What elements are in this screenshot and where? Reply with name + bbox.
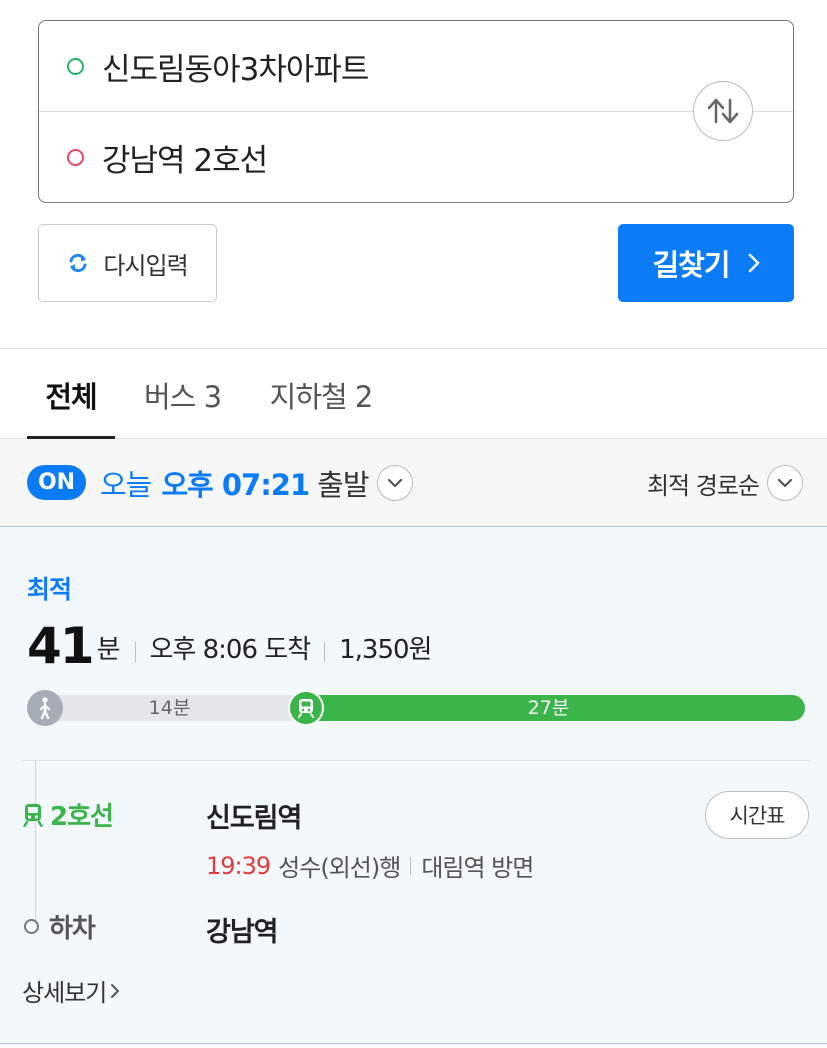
route-timeline: 14분 27분 — [27, 690, 805, 726]
arrival-time: 오후 8:06 도착 — [149, 635, 312, 665]
chevron-down-icon — [387, 478, 402, 488]
walk-duration-label: 14분 — [148, 697, 191, 719]
alight-label: 하차 — [49, 914, 96, 944]
end-dot-icon — [67, 149, 84, 166]
summary-separator — [134, 642, 136, 662]
departure-time: 오후 07:21 — [161, 468, 310, 502]
search-button-label: 길찾기 — [652, 248, 730, 282]
refresh-icon — [69, 253, 87, 273]
start-location-field[interactable]: 신도림동아3차아파트 — [39, 21, 793, 112]
fare: 1,350원 — [339, 635, 432, 665]
departure-suffix: 출발 — [317, 468, 369, 502]
route-search-page: 신도림동아3차아파트 강남역 2호선 다시입력 길찾기 전체 버스 3 지하철 … — [0, 0, 827, 1048]
subway-line-name: 2호선 — [50, 802, 114, 832]
train-departure-time: 19:39 — [206, 851, 271, 880]
subway-train-icon — [23, 803, 43, 827]
search-route-button[interactable]: 길찾기 — [618, 224, 794, 302]
reset-button-label: 다시입력 — [103, 251, 188, 280]
walk-icon — [27, 690, 63, 726]
summary-separator — [324, 642, 326, 662]
sort-selector[interactable]: 최적 경로순 — [647, 459, 803, 507]
chevron-down-icon — [777, 478, 793, 488]
route-step-line — [35, 761, 36, 921]
reset-button[interactable]: 다시입력 — [38, 224, 217, 302]
sort-dropdown-button[interactable] — [767, 465, 803, 501]
filter-bar: ON 오늘 오후 07:21 출발 최적 경로순 — [0, 439, 827, 527]
end-location-field[interactable]: 강남역 2호선 — [39, 112, 793, 203]
train-arrival-info: 19:39 성수(외선)행 대림역 방면 — [206, 848, 534, 883]
section-divider — [0, 348, 827, 349]
duration-unit: 분 — [96, 635, 121, 665]
best-route-badge: 최적 — [27, 575, 72, 604]
alight-step: 하차 — [24, 908, 96, 945]
realtime-toggle[interactable]: ON — [27, 465, 86, 500]
subway-duration-label: 27분 — [527, 697, 570, 719]
alight-station[interactable]: 강남역 — [206, 910, 279, 949]
route-result-card[interactable]: 최적 41 분 오후 8:06 도착 1,350원 14분 27분 2호선 신도… — [0, 528, 827, 1044]
sort-label: 최적 경로순 — [646, 471, 760, 500]
boarding-station[interactable]: 신도림역 — [206, 796, 302, 835]
swap-button[interactable] — [693, 81, 753, 141]
start-dot-icon — [67, 58, 84, 75]
chevron-right-icon — [748, 253, 759, 273]
view-details-link[interactable]: 상세보기 — [22, 973, 120, 1008]
tab-subway[interactable]: 지하철 2 — [252, 350, 390, 440]
alight-dot-icon — [24, 919, 39, 934]
view-details-label: 상세보기 — [22, 979, 107, 1007]
tab-bus[interactable]: 버스 3 — [130, 350, 235, 440]
swap-arrows-icon — [707, 98, 739, 124]
subway-line-badge: 2호선 — [22, 796, 114, 833]
subway-icon — [288, 690, 324, 726]
info-separator — [410, 856, 412, 875]
chevron-right-icon — [111, 983, 120, 998]
tab-all[interactable]: 전체 — [27, 350, 115, 440]
start-location-text: 신도림동아3차아파트 — [102, 52, 369, 88]
departure-time-selector[interactable]: 오늘 오후 07:21 출발 — [100, 459, 413, 507]
route-input-box: 신도림동아3차아파트 강남역 2호선 — [38, 20, 794, 203]
total-duration: 41 — [27, 617, 95, 675]
transport-tabs: 전체 버스 3 지하철 2 — [0, 350, 827, 440]
train-direction: 성수(외선)행 — [278, 854, 401, 882]
train-heading: 대림역 방면 — [421, 854, 534, 882]
departure-day: 오늘 — [100, 468, 152, 502]
card-divider — [22, 760, 810, 761]
timetable-button[interactable]: 시간표 — [705, 791, 809, 839]
end-location-text: 강남역 2호선 — [102, 143, 268, 179]
departure-dropdown-button[interactable] — [376, 465, 413, 501]
route-summary: 41 분 오후 8:06 도착 1,350원 — [27, 612, 432, 675]
